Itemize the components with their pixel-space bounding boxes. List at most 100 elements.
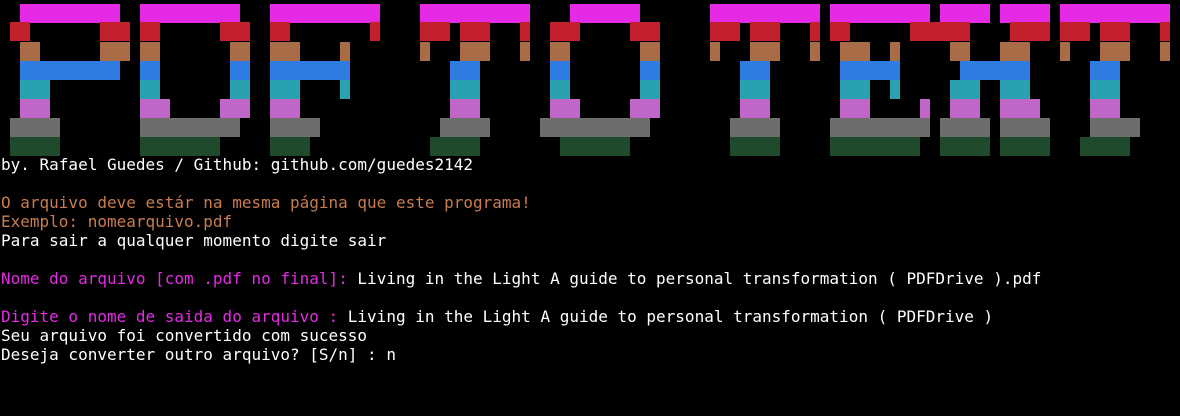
- banner-block: [950, 42, 970, 61]
- banner-block: [730, 118, 780, 137]
- convert-again-prompt: Deseja converter outro arquivo? [S/n] :: [1, 345, 387, 364]
- banner-block: [220, 22, 250, 41]
- banner-block: [20, 61, 120, 80]
- banner-block: [450, 80, 480, 99]
- banner-block: [20, 4, 120, 23]
- banner-block: [520, 42, 530, 61]
- banner-block: [420, 42, 430, 61]
- banner-block: [940, 4, 990, 23]
- banner-block: [830, 137, 920, 156]
- banner-block: [10, 118, 60, 137]
- banner-block: [370, 22, 380, 41]
- example-line: Exemplo: nomearquivo.pdf: [1, 212, 233, 231]
- banner-block: [450, 99, 480, 118]
- banner-block: [640, 61, 660, 80]
- banner-block: [430, 137, 480, 156]
- banner-block: [1000, 80, 1030, 99]
- banner-block: [1100, 42, 1130, 61]
- banner-block: [890, 80, 900, 99]
- output-filename-value: Living in the Light A guide to personal …: [347, 307, 994, 326]
- pdf-to-text-logo: [10, 4, 1170, 156]
- banner-block: [520, 22, 530, 41]
- banner-block: [910, 22, 940, 41]
- banner-block: [640, 42, 660, 61]
- banner-block: [1060, 22, 1090, 41]
- banner-block: [950, 99, 980, 118]
- banner-block: [1100, 22, 1130, 41]
- banner-block: [140, 22, 160, 41]
- banner-block: [830, 118, 930, 137]
- banner-block: [1000, 99, 1040, 118]
- letter-t3: [1060, 4, 1170, 156]
- warning-line: O arquivo deve estár na mesma página que…: [1, 193, 531, 212]
- banner-block: [710, 22, 740, 41]
- banner-block: [1000, 42, 1030, 61]
- banner-block: [1090, 99, 1120, 118]
- banner-block: [140, 137, 220, 156]
- banner-block: [840, 42, 870, 61]
- banner-block: [920, 99, 930, 118]
- banner-block: [740, 99, 770, 118]
- banner-block: [890, 42, 900, 61]
- banner-block: [550, 61, 570, 80]
- banner-block: [710, 42, 720, 61]
- banner-block: [270, 22, 290, 41]
- banner-block: [810, 22, 820, 41]
- banner-block: [1010, 22, 1050, 41]
- banner-block: [840, 99, 870, 118]
- banner-block: [710, 4, 820, 23]
- banner-block: [10, 137, 60, 156]
- banner-block: [830, 22, 850, 41]
- letter-f: [270, 4, 380, 156]
- banner-block: [460, 42, 490, 61]
- banner-block: [420, 22, 450, 41]
- banner-block: [270, 4, 380, 23]
- banner-block: [140, 42, 160, 61]
- banner-block: [340, 42, 350, 61]
- banner-block: [10, 22, 30, 41]
- banner-block: [140, 80, 160, 99]
- banner-block: [1090, 118, 1140, 137]
- banner-block: [340, 80, 350, 99]
- banner-block: [640, 80, 660, 99]
- banner-block: [1000, 118, 1050, 137]
- banner-block: [270, 118, 320, 137]
- input-filename-value: Living in the Light A guide to personal …: [357, 269, 1042, 288]
- banner-block: [1000, 137, 1050, 156]
- terminal-output: by. Rafael Guedes / Github: github.com/g…: [1, 155, 1180, 364]
- output-filename-line: Digite o nome de saida do arquivo : Livi…: [1, 307, 1180, 326]
- banner-block: [1160, 22, 1170, 41]
- banner-block: [270, 80, 300, 99]
- banner-block: [230, 61, 250, 80]
- banner-block: [1060, 4, 1170, 23]
- banner-block: [960, 61, 1030, 80]
- letter-t: [420, 4, 530, 156]
- convert-again-answer[interactable]: n: [386, 345, 396, 364]
- letter-x: [940, 4, 1050, 156]
- banner-block: [560, 137, 630, 156]
- banner-block: [450, 61, 480, 80]
- banner-block: [730, 137, 780, 156]
- banner-block: [460, 22, 490, 41]
- banner-block: [440, 118, 490, 137]
- banner-block: [740, 80, 770, 99]
- banner-block: [940, 118, 990, 137]
- banner-block: [1060, 42, 1070, 61]
- letter-o: [540, 4, 660, 156]
- banner-block: [20, 99, 50, 118]
- letter-t2: [710, 4, 820, 156]
- banner-block: [940, 22, 970, 41]
- banner-block: [950, 80, 980, 99]
- convert-again-line[interactable]: Deseja converter outro arquivo? [S/n] : …: [1, 345, 1180, 364]
- banner-block: [940, 137, 990, 156]
- banner-block: [100, 42, 130, 61]
- banner-block: [270, 42, 300, 61]
- banner-block: [1160, 42, 1170, 61]
- input-filename-prompt: Nome do arquivo [com .pdf no final]:: [1, 269, 358, 288]
- banner-block: [230, 80, 250, 99]
- banner-block: [550, 99, 580, 118]
- banner-block: [270, 137, 310, 156]
- output-filename-prompt: Digite o nome de saida do arquivo :: [1, 307, 348, 326]
